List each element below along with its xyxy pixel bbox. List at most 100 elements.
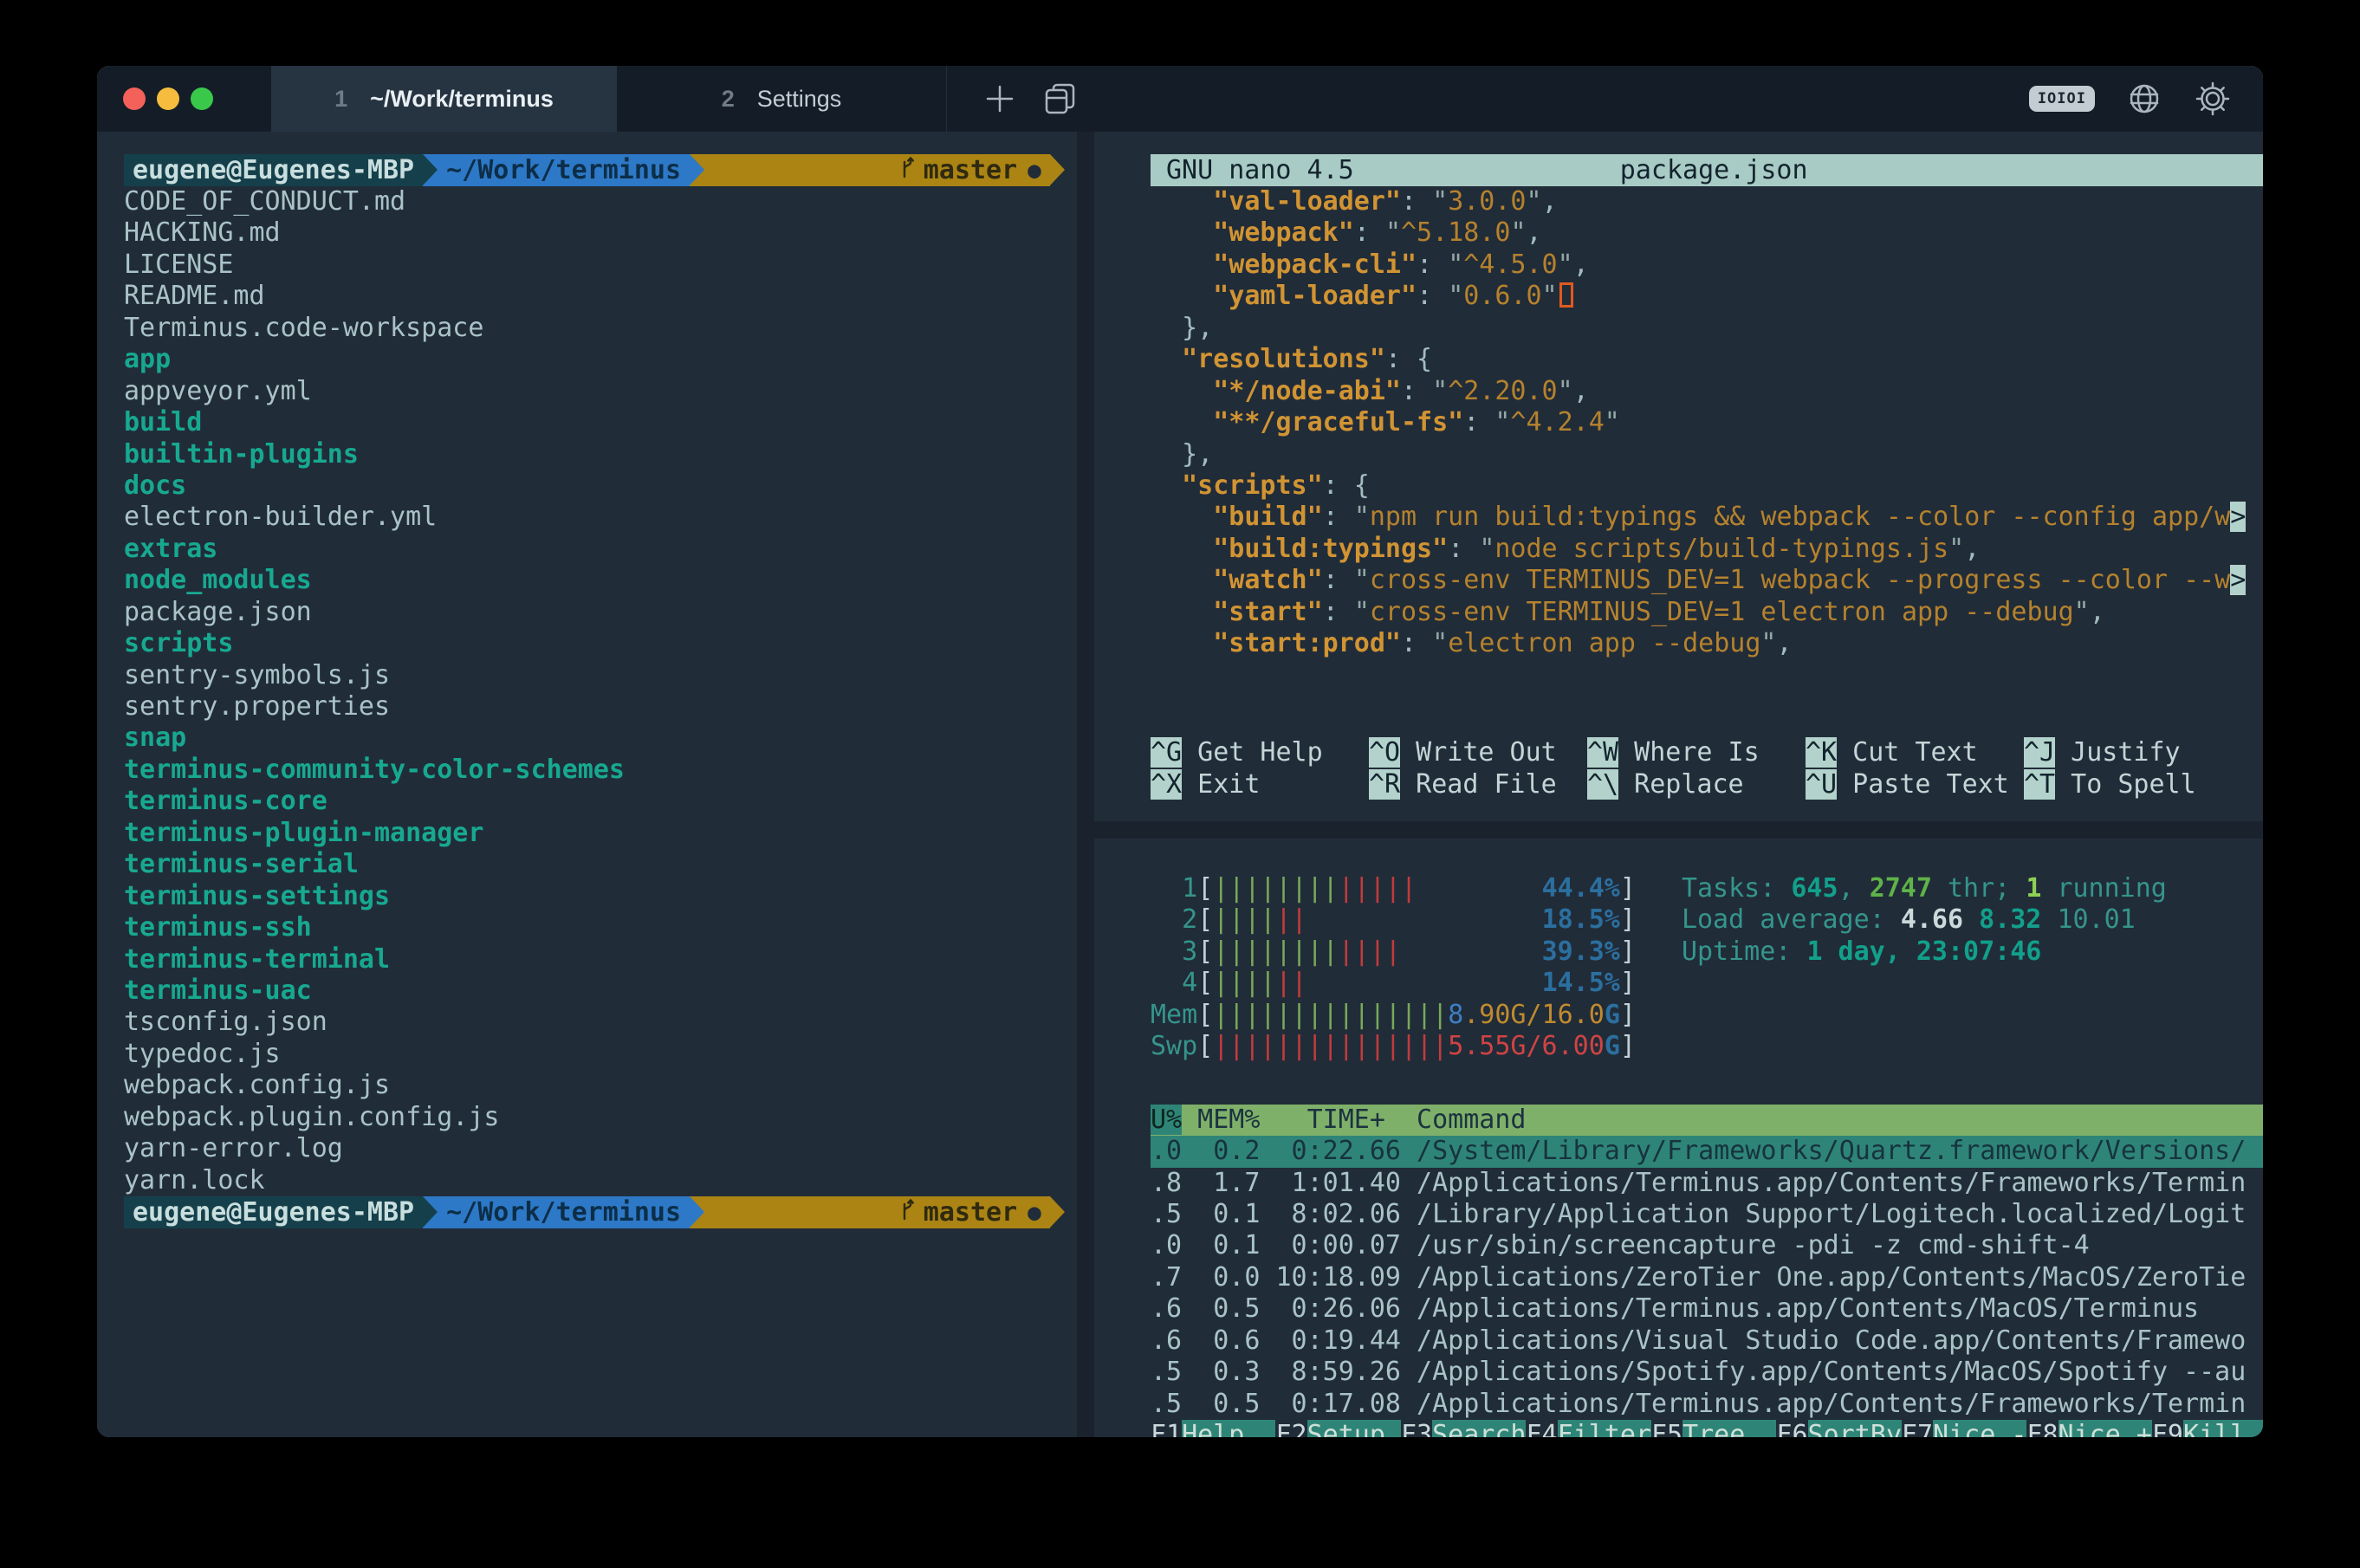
shortcut-key: ^R: [1369, 769, 1400, 800]
split-windows-icon: [1042, 81, 1079, 117]
minimize-button[interactable]: [157, 87, 179, 110]
htop-meter-line: Mem[|||||||||||||||8.90G/16.0G]: [1151, 1000, 1636, 1031]
directory-entry: snap: [124, 722, 1077, 754]
shortcut-key: ^G: [1151, 737, 1182, 768]
shell-prompt-bottom: eugene@Eugenes-MBP ~/Work/terminus maste…: [124, 1196, 1077, 1228]
htop-tasks-info: Tasks: 645, 2747 thr; 1 runningLoad aver…: [1682, 873, 2167, 1063]
git-branch-name: master: [924, 155, 1017, 185]
htop-meter-line: Swp[|||||||||||||||5.55G/6.00G]: [1151, 1031, 1636, 1062]
nano-shortcut: ^X Exit: [1151, 769, 1369, 800]
nano-editor-line: },: [1151, 439, 2263, 470]
right-column: GNU nano 4.5 package.json "val-loader": …: [1094, 132, 2263, 1437]
titlebar: 1 ~/Work/terminus 2 Settings IOIOI: [97, 66, 2263, 132]
directory-entry: builtin-plugins: [124, 439, 1077, 470]
globe-button[interactable]: [2121, 80, 2168, 118]
settings-button[interactable]: [2188, 79, 2237, 119]
prompt-git-segment: master ●: [704, 154, 1050, 186]
htop-meter-line: 4[|||||| 14.5%]: [1151, 968, 1636, 999]
git-branch-icon: [713, 1167, 915, 1259]
prompt-path-segment: ~/Work/terminus: [438, 1196, 690, 1228]
process-row: .7 0.0 10:18.09 /Applications/ZeroTier O…: [1151, 1262, 2263, 1293]
serial-badge-icon: IOIOI: [2029, 86, 2095, 112]
process-row: .5 0.3 8:59.26 /Applications/Spotify.app…: [1151, 1357, 2263, 1388]
shortcut-label: Justify: [2055, 737, 2181, 768]
terminal-pane-nano[interactable]: GNU nano 4.5 package.json "val-loader": …: [1094, 132, 2263, 821]
file-entry: package.json: [124, 597, 1077, 628]
directory-entry: terminus-community-color-schemes: [124, 755, 1077, 786]
nano-shortcut: ^R Read File: [1369, 769, 1587, 800]
plus-icon: [983, 82, 1016, 115]
process-table-header[interactable]: U% MEM% TIME+ Command: [1151, 1105, 2263, 1136]
file-entry: sentry-symbols.js: [124, 660, 1077, 691]
nano-shortcut: ^G Get Help: [1151, 737, 1369, 768]
prompt-user-segment: eugene@Eugenes-MBP: [124, 1196, 423, 1228]
shortcut-key: ^U: [1806, 769, 1837, 800]
tab-title: ~/Work/terminus: [370, 86, 554, 113]
file-entry: HACKING.md: [124, 217, 1077, 249]
nano-editor: "val-loader": "3.0.0", "webpack": "^5.18…: [1151, 186, 2263, 660]
shortcut-label: Where Is: [1618, 737, 1760, 768]
shortcut-label: Exit: [1182, 769, 1260, 800]
nano-shortcut-bar: ^G Get Help^O Write Out^W Where Is^K Cut…: [1151, 737, 2263, 800]
nano-editor-line: "resolutions": {: [1151, 344, 2263, 375]
terminus-window: 1 ~/Work/terminus 2 Settings IOIOI: [97, 66, 2263, 1437]
process-row: .5 0.5 0:17.08 /Applications/Terminus.ap…: [1151, 1389, 2263, 1420]
nano-editor-line: "scripts": {: [1151, 470, 2263, 502]
file-entry: yarn-error.log: [124, 1133, 1077, 1164]
directory-entry: terminus-uac: [124, 975, 1077, 1007]
sort-column-header[interactable]: U%: [1151, 1105, 1182, 1135]
pane-divider-vertical[interactable]: [1077, 132, 1094, 1437]
shortcut-label: To Spell: [2055, 769, 2196, 800]
serial-console-button[interactable]: IOIOI: [2024, 85, 2100, 113]
nano-editor-line: "build": "npm run build:typings && webpa…: [1151, 502, 2263, 533]
nano-shortcut: ^\ Replace: [1587, 769, 1806, 800]
nano-shortcut-row: ^X Exit^R Read File^\ Replace^U Paste Te…: [1151, 769, 2263, 800]
terminal-pane-htop[interactable]: 1[||||||||||||| 44.4%] 2[|||||| 18.5%] 3…: [1094, 839, 2263, 1437]
fkey-number: F8: [2026, 1420, 2058, 1437]
git-status-dot-icon: ●: [1028, 158, 1041, 184]
prompt-user-segment: eugene@Eugenes-MBP: [124, 154, 423, 186]
fkey-label: Tree: [1682, 1420, 1776, 1437]
file-entry: yarn.lock: [124, 1165, 1077, 1196]
shortcut-label: Read File: [1400, 769, 1557, 800]
fkey-number: F1: [1151, 1420, 1182, 1437]
htop-process-table: U% MEM% TIME+ Command .0 0.2 0:22.66 /Sy…: [1151, 1105, 2263, 1437]
fkey-label: Filter: [1558, 1420, 1651, 1437]
file-entry: Terminus.code-workspace: [124, 313, 1077, 344]
nano-editor-line: "start": "cross-env TERMINUS_DEV=1 elect…: [1151, 597, 2263, 628]
tab-title: Settings: [757, 86, 842, 113]
tab-settings[interactable]: 2 Settings: [617, 66, 947, 132]
fkey-label: SortBy: [1808, 1420, 1902, 1437]
shortcut-label: Paste Text: [1837, 769, 2009, 800]
titlebar-spacer: [1091, 66, 2024, 132]
directory-entry: scripts: [124, 628, 1077, 659]
maximize-button[interactable]: [191, 87, 213, 110]
pane-divider-horizontal[interactable]: [1094, 821, 2263, 839]
powerline-arrow-icon: [690, 1196, 704, 1228]
tab-work-terminus[interactable]: 1 ~/Work/terminus: [271, 66, 617, 132]
shortcut-key: ^J: [2024, 737, 2055, 768]
nano-editor-line: "*/node-abi": "^2.20.0",: [1151, 376, 2263, 407]
process-row: .5 0.1 8:02.06 /Library/Application Supp…: [1151, 1199, 2263, 1230]
htop-info-line: Uptime: 1 day, 23:07:46: [1682, 936, 2167, 968]
nano-shortcut: ^T To Spell: [2024, 769, 2242, 800]
shell-prompt-top: eugene@Eugenes-MBP ~/Work/terminus maste…: [124, 154, 1077, 186]
new-tab-button[interactable]: [969, 66, 1030, 132]
nano-editor-line: "val-loader": "3.0.0",: [1151, 186, 2263, 217]
nano-editor-line: "webpack": "^5.18.0",: [1151, 217, 2263, 249]
fkey-number: F4: [1526, 1420, 1557, 1437]
file-entry: appveyor.yml: [124, 376, 1077, 407]
shortcut-label: Write Out: [1400, 737, 1557, 768]
split-pane-button[interactable]: [1030, 66, 1091, 132]
powerline-arrow-icon: [423, 154, 438, 186]
terminal-pane-left[interactable]: eugene@Eugenes-MBP ~/Work/terminus maste…: [97, 132, 1077, 1437]
htop-meter-line: 2[|||||| 18.5%]: [1151, 904, 1636, 936]
directory-entry: build: [124, 407, 1077, 438]
directory-entry: terminus-terminal: [124, 944, 1077, 975]
nano-editor-line: "webpack-cli": "^4.5.0",: [1151, 249, 2263, 281]
directory-entry: terminus-core: [124, 786, 1077, 817]
close-button[interactable]: [123, 87, 146, 110]
nano-titlebar: GNU nano 4.5 package.json: [1151, 154, 2263, 186]
fkey-number: F2: [1275, 1420, 1306, 1437]
file-entry: LICENSE: [124, 249, 1077, 281]
